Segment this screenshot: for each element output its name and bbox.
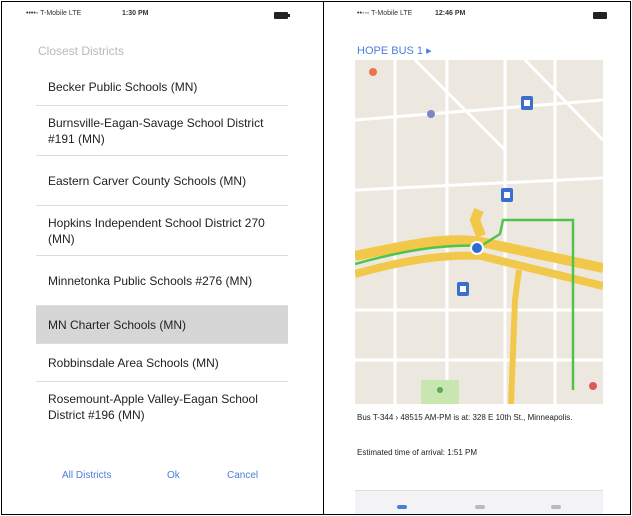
screenshot-frame: ••••◦ T-Mobile LTE 1:30 PM Closest Distr… [0,0,632,516]
battery-icon [593,12,607,19]
district-item-selected[interactable]: MN Charter Schools (MN) [36,306,288,344]
carrier-label: ••••◦ T-Mobile LTE [26,10,82,17]
district-item[interactable]: Burnsville-Eagan-Savage School District … [36,106,288,156]
all-districts-button[interactable]: All Districts [62,470,111,481]
district-item[interactable]: Hopkins Independent School District 270 … [36,206,288,256]
bus-stop-icon[interactable] [501,188,513,202]
status-bar: ••◦◦◦ T-Mobile LTE 12:46 PM [335,10,621,24]
district-item[interactable]: Minnetonka Public Schools #276 (MN) [36,256,288,306]
panel-divider [323,1,324,515]
district-item[interactable]: Robbinsdale Area Schools (MN) [36,344,288,382]
bus-location-text: Bus T-344 › 48515 AM-PM is at: 328 E 10t… [357,413,573,422]
tab-map-icon[interactable] [397,505,407,509]
clock-label: 1:30 PM [122,10,149,17]
eta-text: Estimated time of arrival: 1:51 PM [357,448,478,457]
cancel-button[interactable]: Cancel [227,470,258,481]
tab-list-icon[interactable] [475,505,485,509]
district-label: Rosemount-Apple Valley-Eagan School Dist… [48,392,258,422]
battery-icon [274,12,290,19]
district-list: Becker Public Schools (MN) Burnsville-Ea… [36,68,288,432]
district-label: Robbinsdale Area Schools (MN) [48,355,219,370]
section-header: Closest Districts [38,44,125,58]
ok-button[interactable]: Ok [167,470,180,481]
ramp-road [469,208,486,238]
bus-stop-icon[interactable] [521,96,533,110]
map-canvas [355,60,603,404]
district-label: MN Charter Schools (MN) [48,317,187,332]
action-bar: All Districts Ok Cancel [10,470,312,486]
poi-pin-icon [427,110,435,118]
southbound-road [508,269,522,404]
park-icon [437,387,443,393]
district-label: Minnetonka Public Schools #276 (MN) [48,273,253,288]
bus-location-icon[interactable] [470,241,484,255]
district-label: Becker Public Schools (MN) [48,79,198,94]
carrier-label: ••◦◦◦ T-Mobile LTE [357,10,413,17]
district-picker-screen: ••••◦ T-Mobile LTE 1:30 PM Closest Distr… [10,2,312,514]
poi-pin-icon [369,68,377,76]
district-item[interactable]: Eastern Carver County Schools (MN) [36,156,288,206]
clock-label: 12:46 PM [435,10,466,17]
tab-more-icon[interactable] [551,505,561,509]
district-label: Hopkins Independent School District 270 … [48,215,265,246]
map-view[interactable] [355,60,603,404]
route-title-link[interactable]: HOPE BUS 1 ▸ [357,44,432,57]
bus-stop-icon[interactable] [457,282,469,296]
destination-pin-icon [589,382,597,390]
district-item[interactable]: Becker Public Schools (MN) [36,68,288,106]
district-label: Eastern Carver County Schools (MN) [48,173,247,188]
bus-map-screen: ••◦◦◦ T-Mobile LTE 12:46 PM HOPE BUS 1 ▸ [335,2,621,514]
status-bar: ••••◦ T-Mobile LTE 1:30 PM [10,10,312,24]
tab-bar [355,490,603,514]
district-item[interactable]: Rosemount-Apple Valley-Eagan School Dist… [36,382,288,432]
district-label: Burnsville-Eagan-Savage School District … [48,115,264,146]
